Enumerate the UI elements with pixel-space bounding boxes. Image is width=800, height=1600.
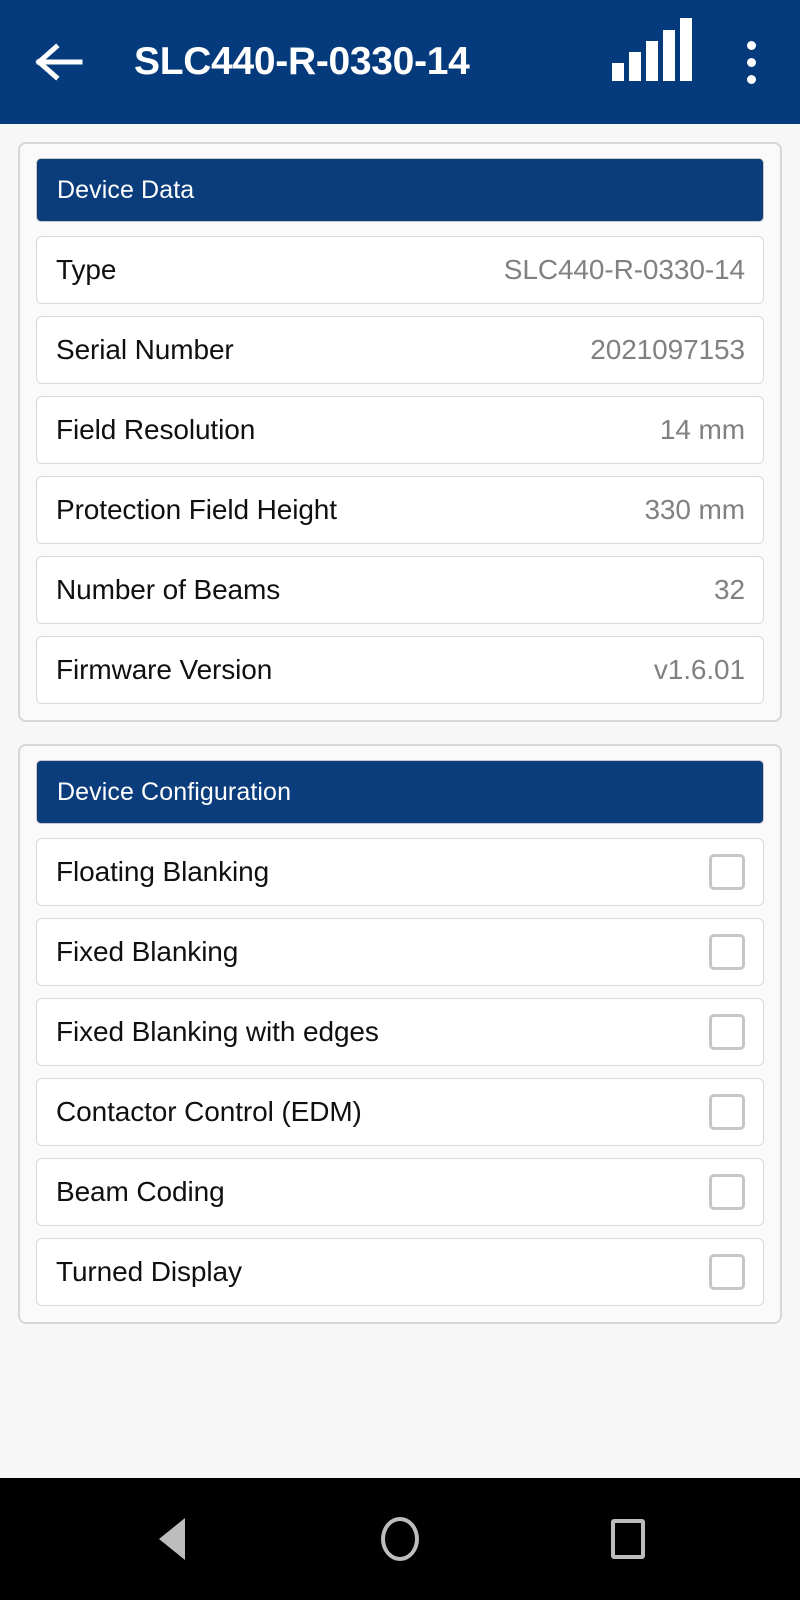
back-arrow-icon [35,43,83,81]
table-row[interactable]: Firmware Version v1.6.01 [36,636,764,704]
device-data-card: Device Data Type SLC440-R-0330-14 Serial… [18,142,782,722]
table-row[interactable]: Serial Number 2021097153 [36,316,764,384]
device-configuration-card: Device Configuration Floating Blanking F… [18,744,782,1324]
table-row[interactable]: Number of Beams 32 [36,556,764,624]
config-row-fixed-blanking-with-edges[interactable]: Fixed Blanking with edges [36,998,764,1066]
row-label: Fixed Blanking [56,936,239,967]
config-row-contactor-control-edm[interactable]: Contactor Control (EDM) [36,1078,764,1146]
overflow-dot [746,40,756,50]
scroll-content[interactable]: Device Data Type SLC440-R-0330-14 Serial… [0,124,800,1478]
row-label: Number of Beams [56,574,281,605]
section-header-label: Device Configuration [57,777,292,806]
row-label: Contactor Control (EDM) [56,1096,362,1127]
row-value: 14 mm [659,414,745,445]
checkbox-beam-coding[interactable] [709,1174,745,1210]
overflow-dot [746,57,756,67]
config-row-fixed-blanking[interactable]: Fixed Blanking [36,918,764,986]
nav-home-button[interactable] [370,1509,430,1569]
row-value: SLC440-R-0330-14 [503,254,745,285]
row-label: Serial Number [56,334,234,365]
overflow-menu-button[interactable] [726,31,776,93]
nav-home-circle-icon [381,1517,419,1561]
row-label: Field Resolution [56,414,256,445]
row-label: Protection Field Height [56,494,337,525]
table-row[interactable]: Field Resolution 14 mm [36,396,764,464]
section-header-device-data: Device Data [36,158,764,222]
table-row[interactable]: Type SLC440-R-0330-14 [36,236,764,304]
section-header-device-configuration: Device Configuration [36,760,764,824]
row-value: 2021097153 [590,334,745,365]
row-label: Firmware Version [56,654,273,685]
row-label: Turned Display [56,1256,242,1287]
signal-bars-icon [612,18,692,93]
checkbox-fixed-blanking-with-edges[interactable] [709,1014,745,1050]
checkbox-contactor-control-edm[interactable] [709,1094,745,1130]
row-value: v1.6.01 [653,654,745,685]
page-title: SLC440-R-0330-14 [134,40,470,83]
config-row-turned-display[interactable]: Turned Display [36,1238,764,1306]
section-header-label: Device Data [57,175,195,204]
row-label: Type [56,254,117,285]
nav-recents-square-icon [611,1519,645,1559]
row-label: Beam Coding [56,1176,225,1207]
nav-recents-button[interactable] [598,1509,658,1569]
app-bar: SLC440-R-0330-14 [0,0,800,124]
config-row-beam-coding[interactable]: Beam Coding [36,1158,764,1226]
row-value: 330 mm [644,494,745,525]
checkbox-fixed-blanking[interactable] [709,934,745,970]
config-row-floating-blanking[interactable]: Floating Blanking [36,838,764,906]
checkbox-floating-blanking[interactable] [709,854,745,890]
back-button[interactable] [28,31,90,93]
android-navigation-bar [0,1478,800,1600]
row-value: 32 [714,574,745,605]
table-row[interactable]: Protection Field Height 330 mm [36,476,764,544]
app-screen: SLC440-R-0330-14 Device Data Type SLC440… [0,0,800,1600]
row-label: Fixed Blanking with edges [56,1016,379,1047]
row-label: Floating Blanking [56,856,270,887]
checkbox-turned-display[interactable] [709,1254,745,1290]
overflow-dot [746,74,756,84]
nav-back-button[interactable] [142,1509,202,1569]
nav-back-triangle-icon [159,1518,185,1560]
